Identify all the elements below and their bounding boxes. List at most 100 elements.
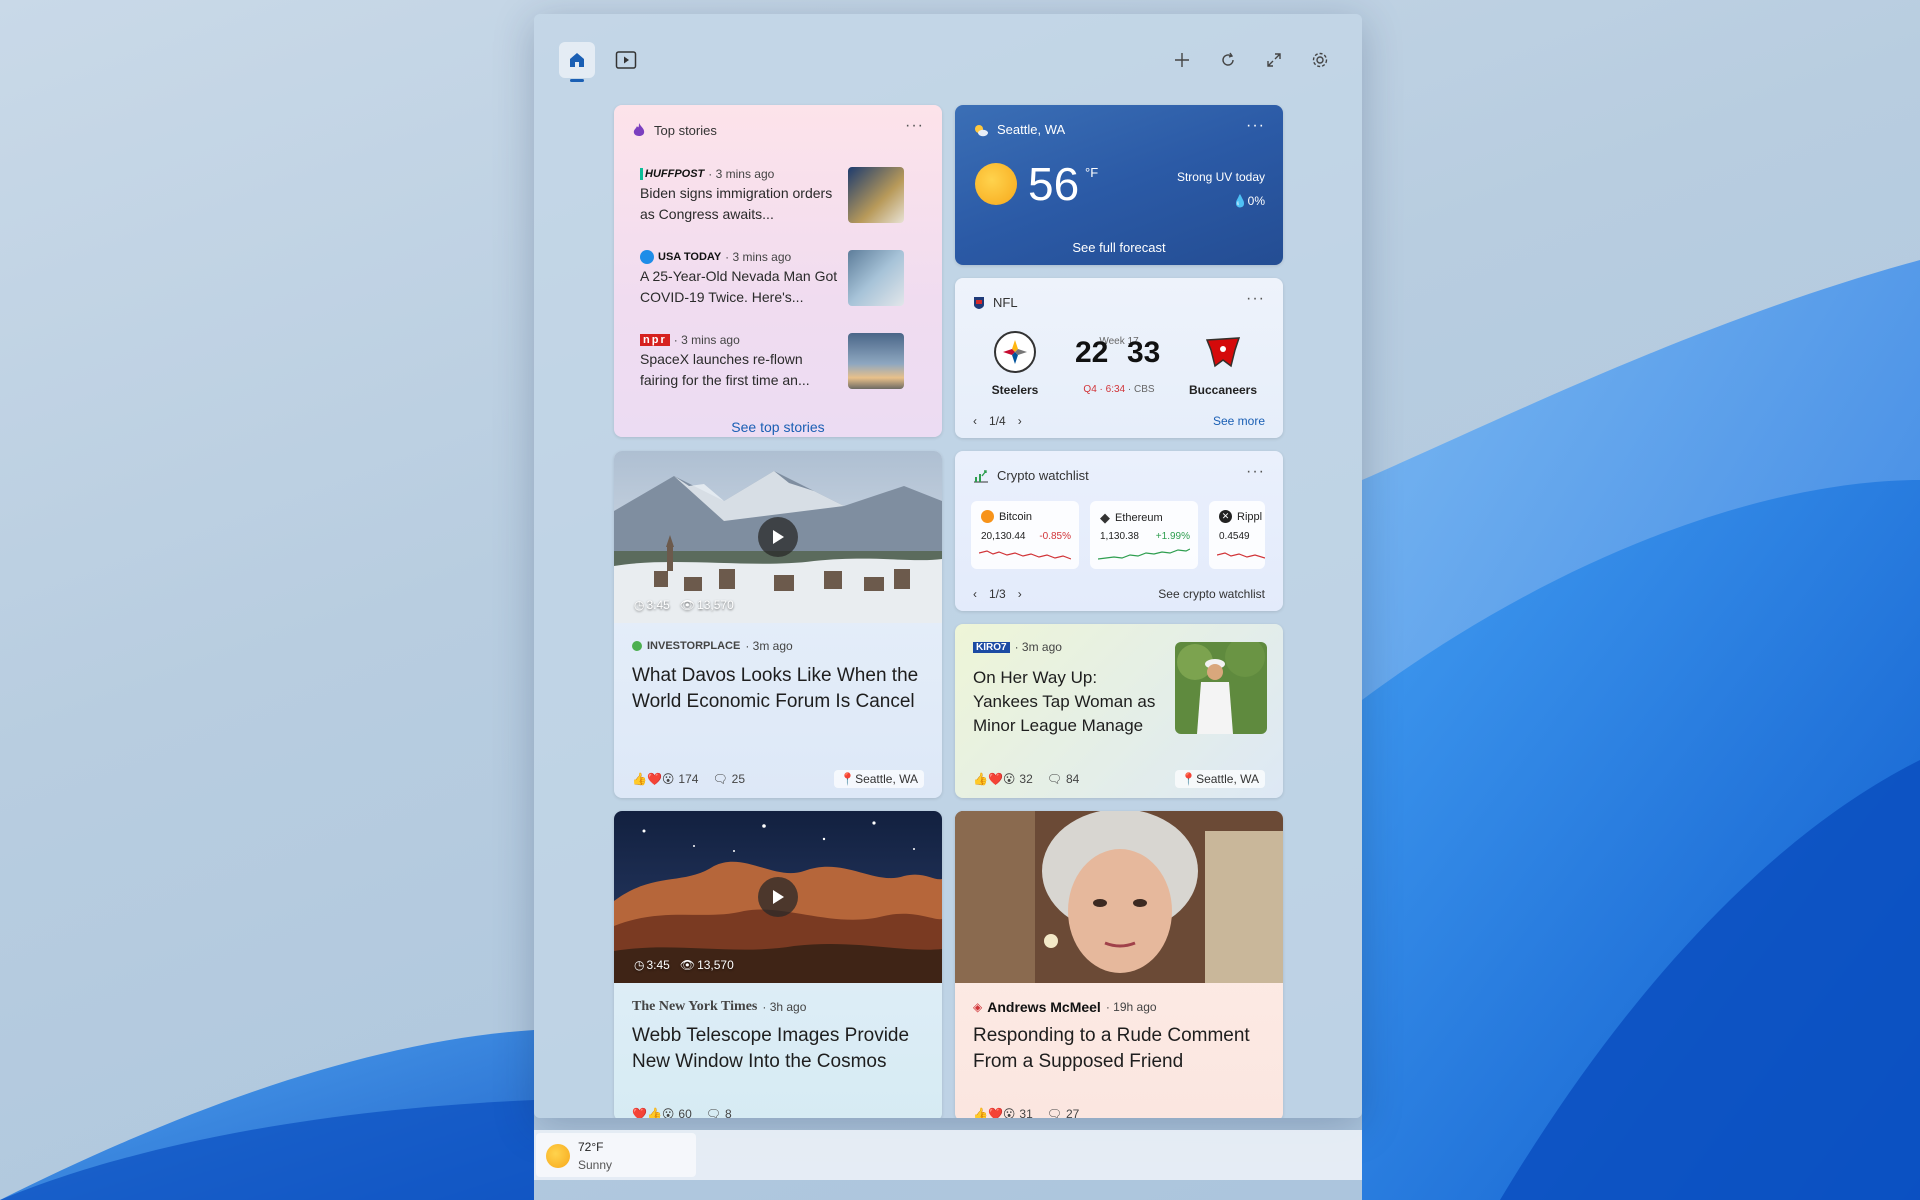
chevron-right-icon[interactable]: › bbox=[1018, 587, 1022, 601]
more-options-button[interactable]: ··· bbox=[1246, 117, 1265, 135]
see-full-forecast-link[interactable]: See full forecast bbox=[955, 240, 1283, 255]
news-card-webb[interactable]: ◷ 3:45 👁 13,570 The New York Times · 3h ag… bbox=[614, 811, 942, 1118]
more-options-button[interactable]: ··· bbox=[1246, 290, 1265, 308]
nfl-header: NFL bbox=[973, 295, 1018, 310]
comment-count: 8 bbox=[725, 1107, 732, 1118]
play-icon bbox=[773, 890, 784, 904]
coin-change: +1.99% bbox=[1155, 531, 1190, 542]
see-crypto-watchlist-link[interactable]: See crypto watchlist bbox=[1158, 587, 1265, 601]
bitcoin-icon bbox=[981, 510, 994, 523]
reactions-icon: 👍❤️😮 bbox=[973, 1107, 1016, 1118]
story-thumbnail bbox=[848, 167, 904, 223]
card-title: Top stories bbox=[654, 122, 717, 138]
news-card-yankees[interactable]: KIRO7 · 3m ago On Her Way Up: Yankees Ta… bbox=[955, 624, 1283, 798]
partly-cloudy-icon bbox=[975, 124, 988, 136]
story-headline: What Davos Looks Like When the World Eco… bbox=[632, 665, 919, 712]
chevron-left-icon[interactable]: ‹ bbox=[973, 414, 977, 428]
video-tab[interactable] bbox=[608, 42, 644, 78]
source-line: ◈ Andrews McMeel · 19h ago bbox=[973, 999, 1157, 1015]
see-top-stories-link[interactable]: See top stories bbox=[614, 419, 942, 435]
coin-tile-ripple[interactable]: ✕ Rippl 0.4549 bbox=[1209, 501, 1265, 569]
taskbar-condition: Sunny bbox=[578, 1158, 613, 1172]
play-button[interactable] bbox=[758, 517, 798, 557]
add-widget-button[interactable] bbox=[1164, 42, 1200, 78]
ethereum-icon: ◆ bbox=[1100, 510, 1110, 525]
settings-button[interactable] bbox=[1302, 42, 1338, 78]
more-options-button[interactable]: ··· bbox=[1246, 463, 1265, 481]
taskbar-weather-button[interactable]: 72°F Sunny bbox=[536, 1133, 696, 1177]
see-more-link[interactable]: See more bbox=[1213, 414, 1265, 428]
video-views: 13,570 bbox=[697, 958, 734, 972]
engagement-bar: 👍❤️😮 31 🗨 27 bbox=[973, 1107, 1079, 1118]
card-title: Crypto watchlist bbox=[997, 468, 1089, 483]
news-card-rude-comment[interactable]: ◈ Andrews McMeel · 19h ago Responding to… bbox=[955, 811, 1283, 1118]
home-icon bbox=[570, 53, 584, 67]
coin-name: Bitcoin bbox=[999, 510, 1033, 523]
story-item[interactable]: USA TODAY · 3 mins ago A 25-Year-Old Neva… bbox=[640, 250, 930, 320]
nfl-pager: ‹ 1/4 › bbox=[973, 414, 1022, 428]
reactions-icon: 👍❤️😮 bbox=[973, 772, 1016, 786]
home-tab[interactable] bbox=[559, 42, 595, 82]
crypto-pager: ‹ 1/3 › bbox=[973, 587, 1022, 601]
coin-tile-ethereum[interactable]: ◆ Ethereum 1,130.38 +1.99% bbox=[1090, 501, 1198, 569]
story-item[interactable]: npr · 3 mins ago SpaceX launches re-flown… bbox=[640, 333, 930, 403]
steelers-logo-icon bbox=[994, 331, 1036, 373]
refresh-button[interactable] bbox=[1210, 42, 1246, 78]
sunny-icon bbox=[546, 1144, 570, 1168]
team-name: Buccaneers bbox=[1188, 383, 1258, 397]
play-button[interactable] bbox=[758, 877, 798, 917]
precipitation-text: 💧0% bbox=[1232, 194, 1265, 208]
story-headline: On Her Way Up: Yankees Tap Woman as Mino… bbox=[973, 668, 1156, 735]
engagement-bar: 👍❤️😮 32 🗨 84 bbox=[973, 772, 1079, 786]
story-thumbnail bbox=[1175, 642, 1267, 734]
sunny-icon bbox=[975, 163, 1017, 205]
nfl-shield-icon bbox=[974, 296, 984, 309]
weather-card[interactable]: Seattle, WA ··· 56 °F Strong UV today 💧0… bbox=[955, 105, 1283, 265]
temperature-value: 56 bbox=[1028, 158, 1080, 210]
expand-button[interactable] bbox=[1256, 42, 1292, 78]
location-chip[interactable]: 📍Seattle, WA bbox=[1175, 770, 1265, 788]
source-name: npr bbox=[640, 334, 670, 346]
flame-icon bbox=[633, 123, 645, 136]
andrews-mcmeel-icon: ◈ bbox=[973, 1000, 983, 1014]
video-duration: 3:45 bbox=[646, 958, 670, 972]
play-icon bbox=[773, 530, 784, 544]
comment-icon[interactable]: 🗨 bbox=[1047, 772, 1062, 786]
source-name: KIRO7 bbox=[973, 641, 1010, 653]
temperature-unit: °F bbox=[1085, 165, 1099, 180]
story-time: · 3 mins ago bbox=[708, 167, 775, 181]
story-time: · 19h ago bbox=[1105, 1000, 1157, 1014]
story-item[interactable]: HUFFPOST · 3 mins ago Biden signs immigra… bbox=[640, 167, 930, 237]
location-chip[interactable]: 📍Seattle, WA bbox=[834, 770, 924, 788]
news-card-davos[interactable]: ◷ 3:45 👁 13,570 INVESTORPLACE · 3m ago Wha… bbox=[614, 451, 942, 798]
story-thumbnail bbox=[848, 333, 904, 389]
story-headline: A 25-Year-Old Nevada Man Got COVID-19 Tw… bbox=[640, 268, 838, 305]
nfl-card[interactable]: NFL ··· Week 17 Steelers 22 33 Q4 · 6:34… bbox=[955, 278, 1283, 438]
away-team: Buccaneers bbox=[1183, 330, 1263, 397]
comment-count: 27 bbox=[1066, 1107, 1080, 1118]
top-stories-header: Top stories bbox=[632, 122, 717, 138]
story-headline: SpaceX launches re-flown fairing for the… bbox=[640, 351, 810, 388]
chevron-right-icon[interactable]: › bbox=[1018, 414, 1022, 428]
weather-details: Strong UV today 💧0% bbox=[1177, 165, 1265, 213]
comment-icon[interactable]: 🗨 bbox=[706, 1107, 721, 1118]
card-title: NFL bbox=[993, 295, 1018, 310]
ripple-icon: ✕ bbox=[1219, 510, 1232, 523]
engagement-bar: 👍❤️😮 174 🗨 25 bbox=[632, 772, 745, 786]
top-stories-card: Top stories ··· HUFFPOST · 3 mins ago Bid… bbox=[614, 105, 942, 437]
story-headline: Webb Telescope Images Provide New Window… bbox=[632, 1025, 910, 1072]
crypto-header: Crypto watchlist bbox=[973, 468, 1089, 483]
taskbar: 72°F Sunny bbox=[534, 1130, 1362, 1180]
story-time: · 3 mins ago bbox=[673, 333, 740, 347]
comment-icon[interactable]: 🗨 bbox=[712, 772, 727, 786]
video-meta: ◷ 3:45 👁 13,570 bbox=[634, 958, 734, 972]
reactions-icon: ❤️👍😮 bbox=[632, 1107, 675, 1118]
coin-price: 1,130.38 bbox=[1100, 531, 1139, 542]
reaction-count: 174 bbox=[678, 772, 699, 786]
video-duration: 3:45 bbox=[646, 598, 670, 612]
chevron-left-icon[interactable]: ‹ bbox=[973, 587, 977, 601]
coin-tile-bitcoin[interactable]: Bitcoin 20,130.44 -0.85% bbox=[971, 501, 1079, 569]
more-options-button[interactable]: ··· bbox=[905, 117, 924, 135]
comment-icon[interactable]: 🗨 bbox=[1047, 1107, 1062, 1118]
coin-price: 0.4549 bbox=[1219, 531, 1250, 542]
